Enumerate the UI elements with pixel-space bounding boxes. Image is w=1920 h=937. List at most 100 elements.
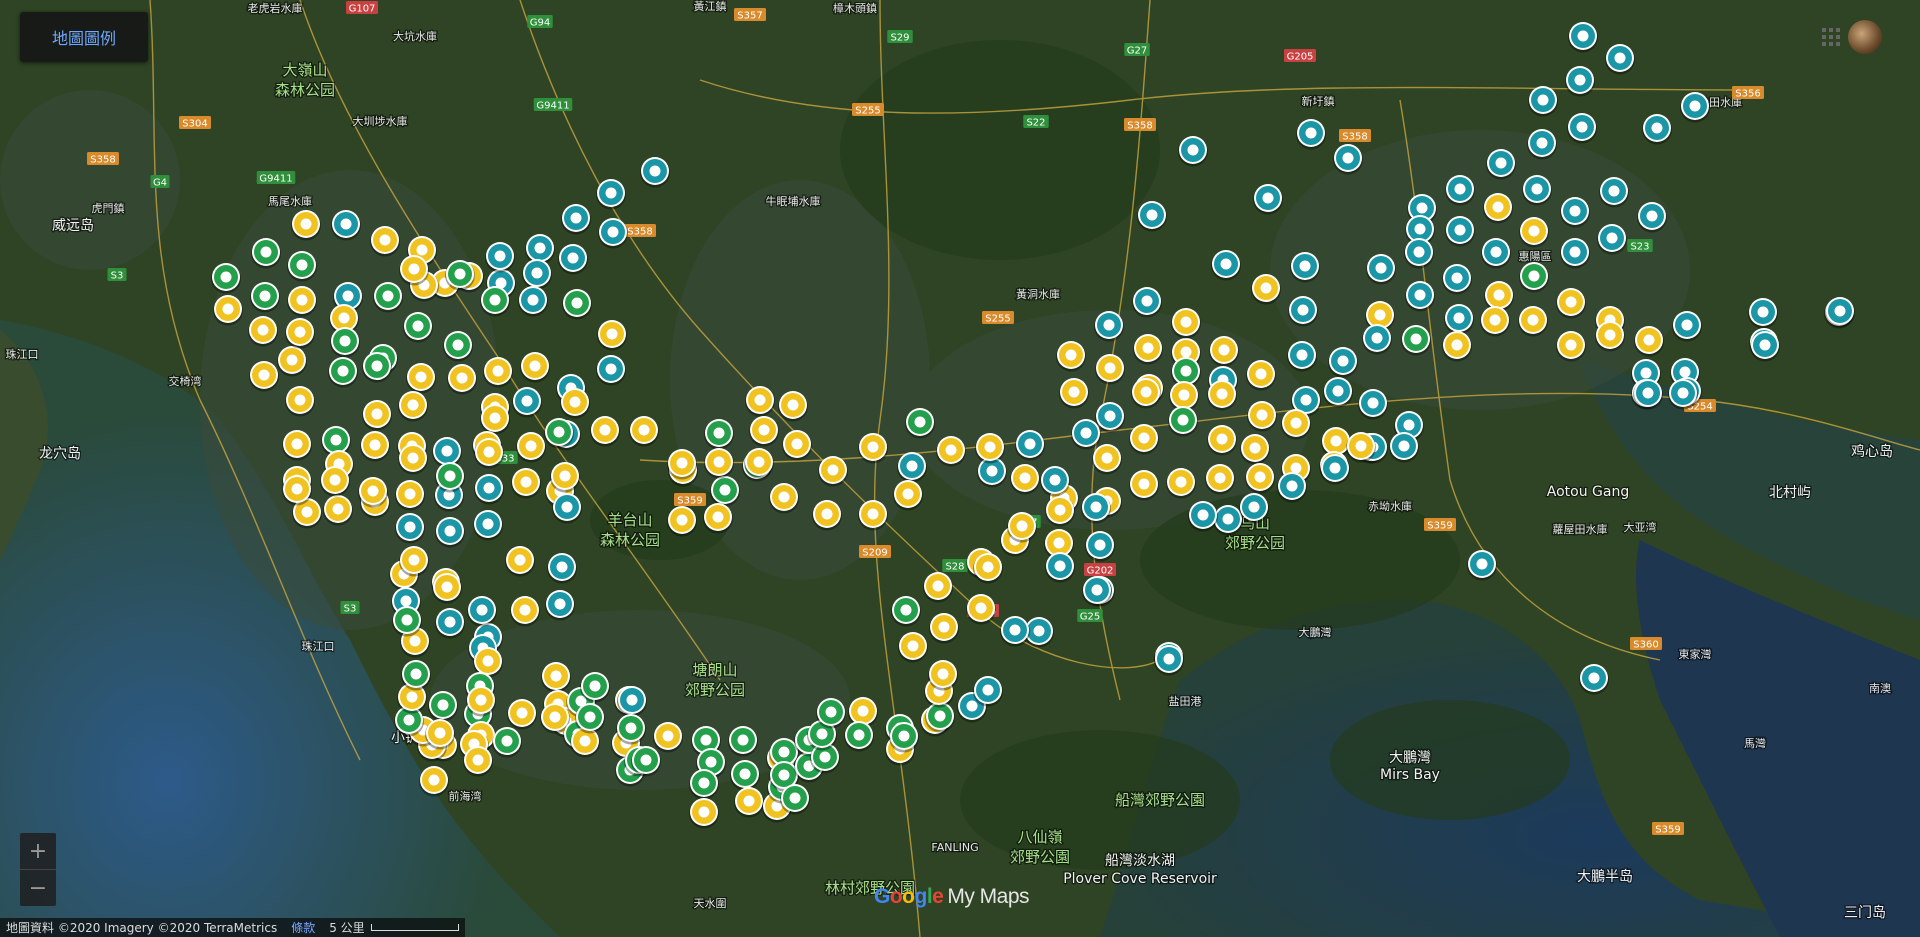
road-shield: S209 bbox=[859, 545, 891, 559]
road-shield: S359 bbox=[1652, 822, 1684, 836]
place-label: FANLING bbox=[931, 841, 978, 854]
place-label: 郊野公园 bbox=[1225, 534, 1285, 552]
scale-bar bbox=[370, 924, 459, 931]
road-shield-label: S209 bbox=[862, 548, 887, 559]
road-shield-label: S255 bbox=[985, 314, 1010, 325]
place-label: 東家灣 bbox=[1679, 647, 1712, 661]
place-label: 珠江口 bbox=[6, 347, 39, 361]
satellite-map[interactable]: 老虎岩水庫大坑水庫黃江鎮 樟木頭鎮大嶺山森林公园大圳埗水庫新圩鎮 沙田水庫虎門鎮威远… bbox=[0, 0, 1920, 937]
place-label: 大鵬半岛 bbox=[1577, 869, 1633, 885]
road-shield-label: G107 bbox=[349, 4, 376, 15]
road-shield-label: G202 bbox=[1087, 566, 1114, 577]
place-label: 森林公园 bbox=[275, 81, 335, 99]
road-shield: S3 bbox=[107, 268, 127, 282]
road-shield-label: S359 bbox=[1655, 825, 1680, 836]
road-shield-label: G94 bbox=[530, 18, 550, 29]
road-shield-label: S255 bbox=[855, 106, 880, 117]
place-label: 郊野公园 bbox=[685, 681, 745, 699]
road-shield-label: S359 bbox=[677, 496, 702, 507]
road-shield: S28 bbox=[942, 559, 968, 573]
road-shield-label: G205 bbox=[1287, 52, 1314, 63]
place-label: 馬尾水庫 bbox=[268, 194, 312, 208]
place-label: Aotou Gang bbox=[1547, 484, 1629, 500]
road-shield: S358 bbox=[1339, 129, 1371, 143]
place-label: 黃江鎮 bbox=[694, 0, 727, 13]
road-shield: G25 bbox=[1077, 609, 1103, 623]
place-label: 三门岛 bbox=[1844, 905, 1886, 921]
place-label: 大坑水庫 bbox=[393, 29, 437, 43]
road-shield-label: G9411 bbox=[259, 174, 292, 185]
road-shield-label: G27 bbox=[1127, 46, 1147, 57]
user-avatar[interactable] bbox=[1848, 20, 1882, 54]
place-label: 船灣淡水湖 bbox=[1105, 853, 1175, 869]
place-label: 威远岛 bbox=[52, 218, 94, 234]
road-shield: S357 bbox=[734, 8, 766, 22]
place-label: 惠陽區 bbox=[1519, 249, 1552, 263]
road-shield-label: S360 bbox=[1633, 640, 1658, 651]
place-label: 大亚湾 bbox=[1624, 520, 1657, 534]
road-shield-label: S358 bbox=[1127, 121, 1152, 132]
google-my-maps-logo: Google My Maps bbox=[874, 885, 1030, 908]
road-shield-label: S358 bbox=[627, 227, 652, 238]
road-shield: S255 bbox=[982, 311, 1014, 325]
place-label: Mirs Bay bbox=[1380, 767, 1440, 783]
place-label: 羊台山 bbox=[607, 511, 652, 529]
place-label: 樟木頭鎮 bbox=[833, 1, 877, 15]
road-shield-label: S23 bbox=[1630, 242, 1649, 253]
road-shield-label: S359 bbox=[1427, 521, 1452, 532]
road-shield-label: S3 bbox=[344, 604, 357, 615]
place-label: 赤坳水庫 bbox=[1368, 499, 1412, 513]
place-label: 大圳埗水庫 bbox=[353, 114, 408, 128]
place-label: 交椅湾 bbox=[169, 374, 202, 388]
place-label: 蘿屋田水庫 bbox=[1553, 522, 1608, 536]
road-shield-label: G25 bbox=[1080, 612, 1100, 623]
map-legend-button[interactable]: 地圖圖例 bbox=[20, 12, 148, 62]
place-label: 虎門鎮 bbox=[92, 201, 125, 215]
place-label: 南澳 bbox=[1869, 682, 1891, 695]
scale-label: 5 公里 bbox=[329, 921, 365, 935]
place-label: 新圩鎮 bbox=[1302, 94, 1335, 108]
place-label: 大嶺山 bbox=[282, 61, 327, 79]
road-shield-label: S28 bbox=[945, 562, 964, 573]
place-label: Plover Cove Reservoir bbox=[1063, 871, 1217, 887]
road-shield: G27 bbox=[1124, 43, 1150, 57]
road-shield: S358 bbox=[624, 224, 656, 238]
scale-indicator[interactable]: 5 公里 bbox=[329, 919, 459, 936]
place-label: 珠江口 bbox=[302, 639, 335, 653]
place-label: 馬灣 bbox=[1744, 737, 1766, 750]
road-shield-label: G4 bbox=[153, 178, 167, 189]
road-shield: G202 bbox=[1084, 563, 1116, 577]
zoom-in-button[interactable]: + bbox=[20, 833, 56, 869]
road-shield: S359 bbox=[674, 493, 706, 507]
road-shield: S304 bbox=[179, 116, 211, 130]
place-label: 八仙嶺 bbox=[1017, 828, 1062, 846]
place-label: 塘朗山 bbox=[692, 661, 737, 679]
place-label: 龙穴岛 bbox=[39, 446, 81, 462]
road-shield: G107 bbox=[346, 1, 378, 15]
place-label: 大鵬灣 bbox=[1389, 750, 1431, 766]
zoom-out-button[interactable]: − bbox=[20, 869, 56, 906]
road-shield-label: S29 bbox=[890, 33, 909, 44]
place-label: 前海湾 bbox=[449, 789, 482, 803]
road-shield: S358 bbox=[1124, 118, 1156, 132]
road-shield: S22 bbox=[1023, 115, 1049, 129]
road-shield: G94 bbox=[527, 15, 553, 29]
road-shield-label: S304 bbox=[182, 119, 207, 130]
road-shield-label: S356 bbox=[1735, 89, 1760, 100]
place-label: 黃洞水庫 bbox=[1016, 287, 1060, 301]
road-shield: G4 bbox=[150, 175, 170, 189]
road-shield: S359 bbox=[1424, 518, 1456, 532]
place-label: 牛眠埔水庫 bbox=[766, 194, 821, 208]
road-shield-label: S358 bbox=[1342, 132, 1367, 143]
apps-grid-icon[interactable] bbox=[1822, 28, 1840, 46]
road-shield: S3 bbox=[340, 601, 360, 615]
road-shield-label: G9411 bbox=[536, 101, 569, 112]
place-label: 鸡心岛 bbox=[1851, 443, 1893, 460]
road-shield: S29 bbox=[887, 30, 913, 44]
place-label: 老虎岩水庫 bbox=[248, 1, 303, 15]
road-shield-label: S22 bbox=[1026, 118, 1045, 129]
road-shield: G9411 bbox=[533, 98, 573, 112]
road-shield-label: S357 bbox=[737, 11, 762, 22]
road-shield: S23 bbox=[1627, 239, 1653, 253]
terms-link[interactable]: 條款 bbox=[291, 919, 315, 936]
